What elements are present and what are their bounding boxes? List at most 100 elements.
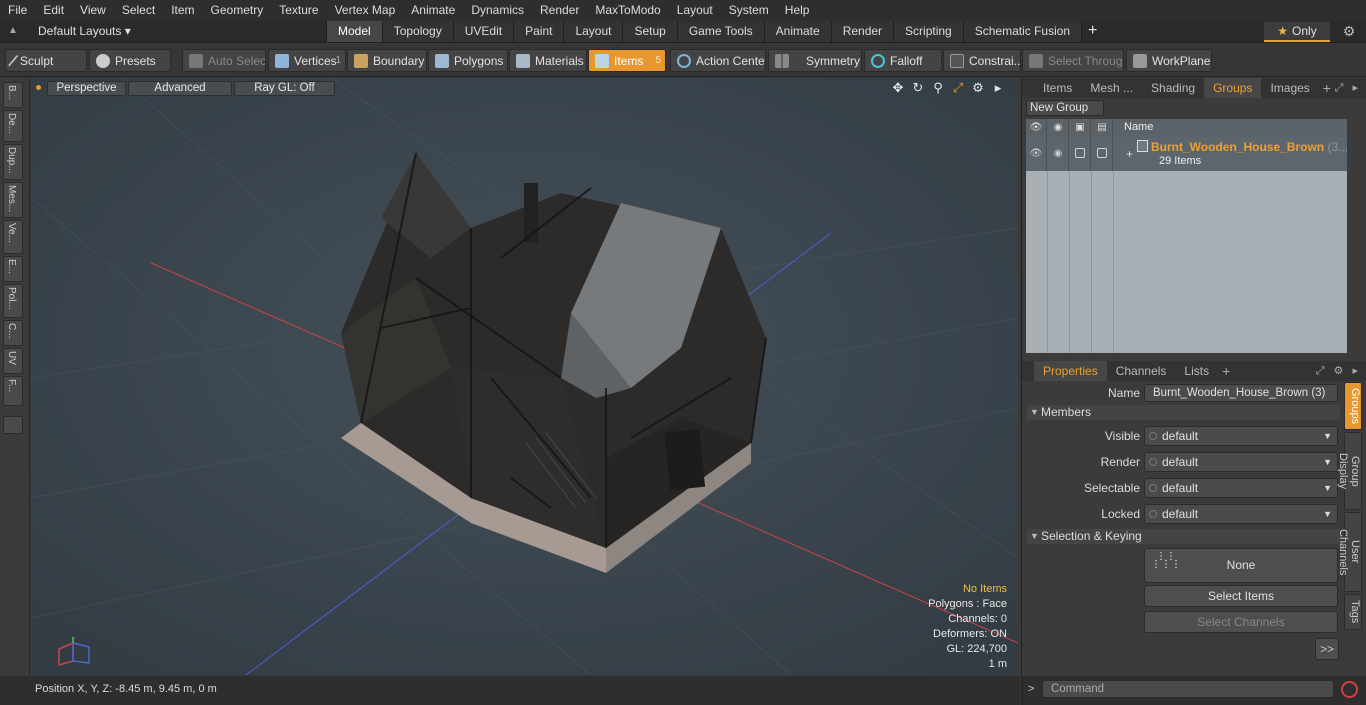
- menu-dynamics[interactable]: Dynamics: [463, 0, 532, 21]
- menu-view[interactable]: View: [72, 0, 114, 21]
- panel-options-icon[interactable]: ⤢ ▸: [1335, 81, 1361, 95]
- visible-dropdown[interactable]: default ▼: [1144, 426, 1338, 446]
- zoom-view-icon[interactable]: ⚲: [930, 80, 946, 96]
- constraints-button[interactable]: Constrai...: [943, 49, 1021, 72]
- tab-topology[interactable]: Topology: [381, 21, 453, 42]
- presets-button[interactable]: Presets: [89, 49, 171, 72]
- polygons-button[interactable]: Polygons: [428, 49, 508, 72]
- side-tab-user-channels[interactable]: User Channels: [1337, 512, 1362, 592]
- menu-system[interactable]: System: [721, 0, 777, 21]
- left-tab-uv[interactable]: UV: [3, 348, 23, 374]
- tab-mesh[interactable]: Mesh ...: [1081, 78, 1142, 98]
- advanced-button[interactable]: Advanced: [128, 81, 232, 96]
- add-tab-icon[interactable]: +: [1081, 21, 1103, 42]
- new-group-button[interactable]: New Group: [1026, 100, 1104, 116]
- menu-edit[interactable]: Edit: [35, 0, 72, 21]
- menu-select[interactable]: Select: [114, 0, 163, 21]
- tab-scripting[interactable]: Scripting: [893, 21, 963, 42]
- selectable-dropdown[interactable]: default ▼: [1144, 478, 1338, 498]
- menu-animate[interactable]: Animate: [403, 0, 463, 21]
- render-dropdown[interactable]: default ▼: [1144, 452, 1338, 472]
- left-tab-extra[interactable]: [3, 416, 23, 434]
- group-row[interactable]: 👁 ◉ + Burnt_Wooden_House_Brown (3... 29 …: [1026, 137, 1348, 171]
- default-layouts-dropdown[interactable]: Default Layouts ▾: [38, 24, 131, 38]
- tab-groups[interactable]: Groups: [1204, 78, 1262, 98]
- locked-dropdown[interactable]: default ▼: [1144, 504, 1338, 524]
- rotate-view-icon[interactable]: ↻: [910, 80, 926, 96]
- row-lock-checkbox[interactable]: [1092, 137, 1113, 171]
- left-tab-curve[interactable]: C...: [3, 320, 23, 346]
- gear-icon[interactable]: ⚙: [1340, 23, 1358, 41]
- menu-geometry[interactable]: Geometry: [203, 0, 272, 21]
- workplane-button[interactable]: WorkPlane: [1126, 49, 1212, 72]
- boundary-button[interactable]: Boundary: [347, 49, 427, 72]
- tab-shading[interactable]: Shading: [1142, 78, 1204, 98]
- viewport-more-icon[interactable]: ▸: [990, 80, 1006, 96]
- materials-button[interactable]: Materials: [509, 49, 587, 72]
- record-icon[interactable]: [1341, 681, 1358, 698]
- row-select-checkbox[interactable]: [1070, 137, 1091, 171]
- menu-render[interactable]: Render: [532, 0, 587, 21]
- left-tab-basic[interactable]: B...: [3, 82, 23, 108]
- tab-render[interactable]: Render: [830, 21, 894, 42]
- 3d-viewport[interactable]: Perspective Advanced Ray GL: Off ✥ ↻ ⚲ ⤢…: [31, 78, 1018, 675]
- tab-animate[interactable]: Animate: [763, 21, 831, 42]
- select-items-button[interactable]: Select Items: [1144, 585, 1338, 607]
- menu-item[interactable]: Item: [163, 0, 202, 21]
- viewport-settings-icon[interactable]: ⚙: [970, 80, 986, 96]
- auto-select-button[interactable]: Auto Select: [182, 49, 266, 72]
- visibility-eye-icon[interactable]: 👁: [1026, 119, 1047, 137]
- tab-images[interactable]: Images: [1261, 78, 1318, 98]
- tab-model[interactable]: Model: [326, 21, 382, 42]
- side-tab-tags[interactable]: Tags: [1344, 594, 1362, 630]
- expand-button[interactable]: >>: [1315, 638, 1339, 660]
- left-tab-polygon[interactable]: Pol...: [3, 284, 23, 318]
- lock-icon[interactable]: ▤: [1092, 119, 1113, 137]
- select-through-button[interactable]: Select Through: [1022, 49, 1124, 72]
- selectable-icon[interactable]: ▣: [1070, 119, 1091, 137]
- falloff-button[interactable]: Falloff: [864, 49, 942, 72]
- menu-texture[interactable]: Texture: [271, 0, 326, 21]
- row-render-icon[interactable]: ◉: [1048, 137, 1069, 171]
- tab-schematic-fusion[interactable]: Schematic Fusion: [962, 21, 1082, 42]
- left-tab-edge[interactable]: E...: [3, 256, 23, 282]
- action-center-button[interactable]: Action Center: [670, 49, 766, 72]
- left-tab-deform[interactable]: De...: [3, 110, 23, 142]
- group-name-field[interactable]: Burnt_Wooden_House_Brown (3): [1144, 384, 1338, 402]
- vertices-button[interactable]: Vertices 1: [268, 49, 346, 72]
- menu-help[interactable]: Help: [777, 0, 818, 21]
- perspective-button[interactable]: Perspective: [47, 81, 126, 96]
- add-panel-tab-icon[interactable]: +: [1319, 80, 1335, 96]
- tab-layout[interactable]: Layout: [563, 21, 623, 42]
- expand-group-icon[interactable]: +: [1126, 147, 1133, 161]
- menu-vertex-map[interactable]: Vertex Map: [327, 0, 404, 21]
- tab-items[interactable]: Items: [1034, 78, 1081, 98]
- command-input[interactable]: Command: [1042, 680, 1334, 698]
- side-tab-group-display[interactable]: Group Display: [1337, 432, 1362, 510]
- menu-layout[interactable]: Layout: [669, 0, 721, 21]
- menu-maxtomodo[interactable]: MaxToModo: [587, 0, 668, 21]
- side-tab-groups[interactable]: Groups: [1344, 382, 1362, 430]
- selection-keying-section[interactable]: ▼ Selection & Keying: [1027, 529, 1340, 544]
- left-tab-mesh[interactable]: Mes...: [3, 182, 23, 218]
- tab-paint[interactable]: Paint: [513, 21, 564, 42]
- maximize-view-icon[interactable]: ⤢: [950, 80, 966, 96]
- tab-uvedit[interactable]: UVEdit: [452, 21, 514, 42]
- layout-collapse-icon[interactable]: ▲: [8, 25, 20, 37]
- left-tab-fusion[interactable]: F...: [3, 376, 23, 406]
- raygl-button[interactable]: Ray GL: Off: [234, 81, 335, 96]
- select-channels-button[interactable]: Select Channels: [1144, 611, 1338, 633]
- viewport-menu-dot[interactable]: [36, 85, 41, 90]
- left-tab-vertex[interactable]: Ve...: [3, 220, 23, 254]
- render-icon[interactable]: ◉: [1048, 119, 1069, 137]
- only-toggle[interactable]: ★ Only: [1264, 22, 1330, 42]
- menu-file[interactable]: File: [0, 0, 35, 21]
- tab-setup[interactable]: Setup: [622, 21, 677, 42]
- symmetry-button[interactable]: Symmetry: [768, 49, 862, 72]
- left-tab-duplicate[interactable]: Dup...: [3, 144, 23, 180]
- sculpt-button[interactable]: Sculpt: [5, 49, 87, 72]
- tab-game-tools[interactable]: Game Tools: [676, 21, 764, 42]
- members-section[interactable]: ▼ Members: [1027, 405, 1340, 420]
- keying-none-button[interactable]: ⋮⋮ ⋮⋮⋮ None: [1144, 548, 1338, 583]
- row-eye-icon[interactable]: 👁: [1026, 137, 1047, 171]
